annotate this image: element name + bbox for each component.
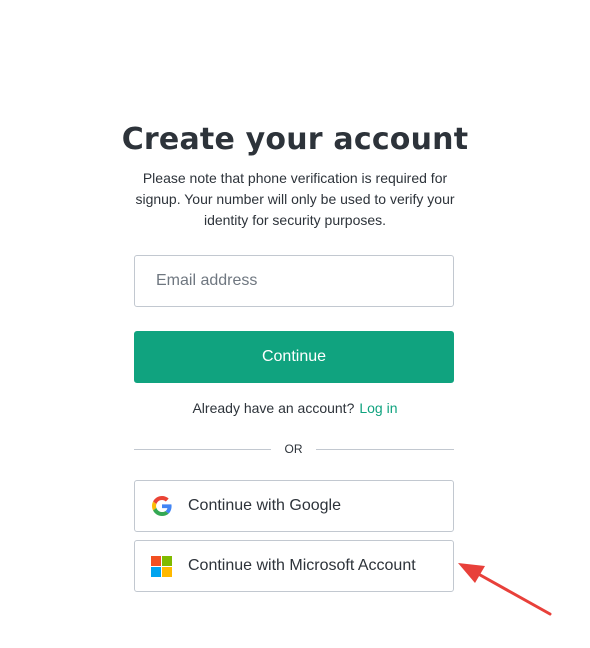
google-icon [151, 496, 172, 517]
continue-button[interactable]: Continue [134, 331, 454, 383]
annotation-arrow-icon [458, 563, 552, 616]
microsoft-button-label: Continue with Microsoft Account [188, 557, 416, 574]
microsoft-icon [151, 555, 172, 577]
divider-line-right [316, 449, 454, 450]
continue-with-microsoft-button[interactable]: Continue with Microsoft Account [134, 540, 454, 592]
login-link[interactable]: Log in [359, 400, 397, 416]
phone-verification-notice: Please note that phone verification is r… [135, 170, 455, 228]
page-title: Create your account [121, 122, 469, 157]
divider-or-label: OR [284, 442, 303, 456]
login-prompt-text: Already have an account? [192, 400, 355, 416]
divider-line-left [134, 449, 271, 450]
google-button-label: Continue with Google [188, 497, 341, 514]
email-field[interactable] [134, 255, 454, 307]
continue-with-google-button[interactable]: Continue with Google [134, 480, 454, 532]
login-prompt-row: Already have an account? Log in [0, 400, 590, 416]
signup-page: Create your account Please note that pho… [0, 0, 590, 648]
